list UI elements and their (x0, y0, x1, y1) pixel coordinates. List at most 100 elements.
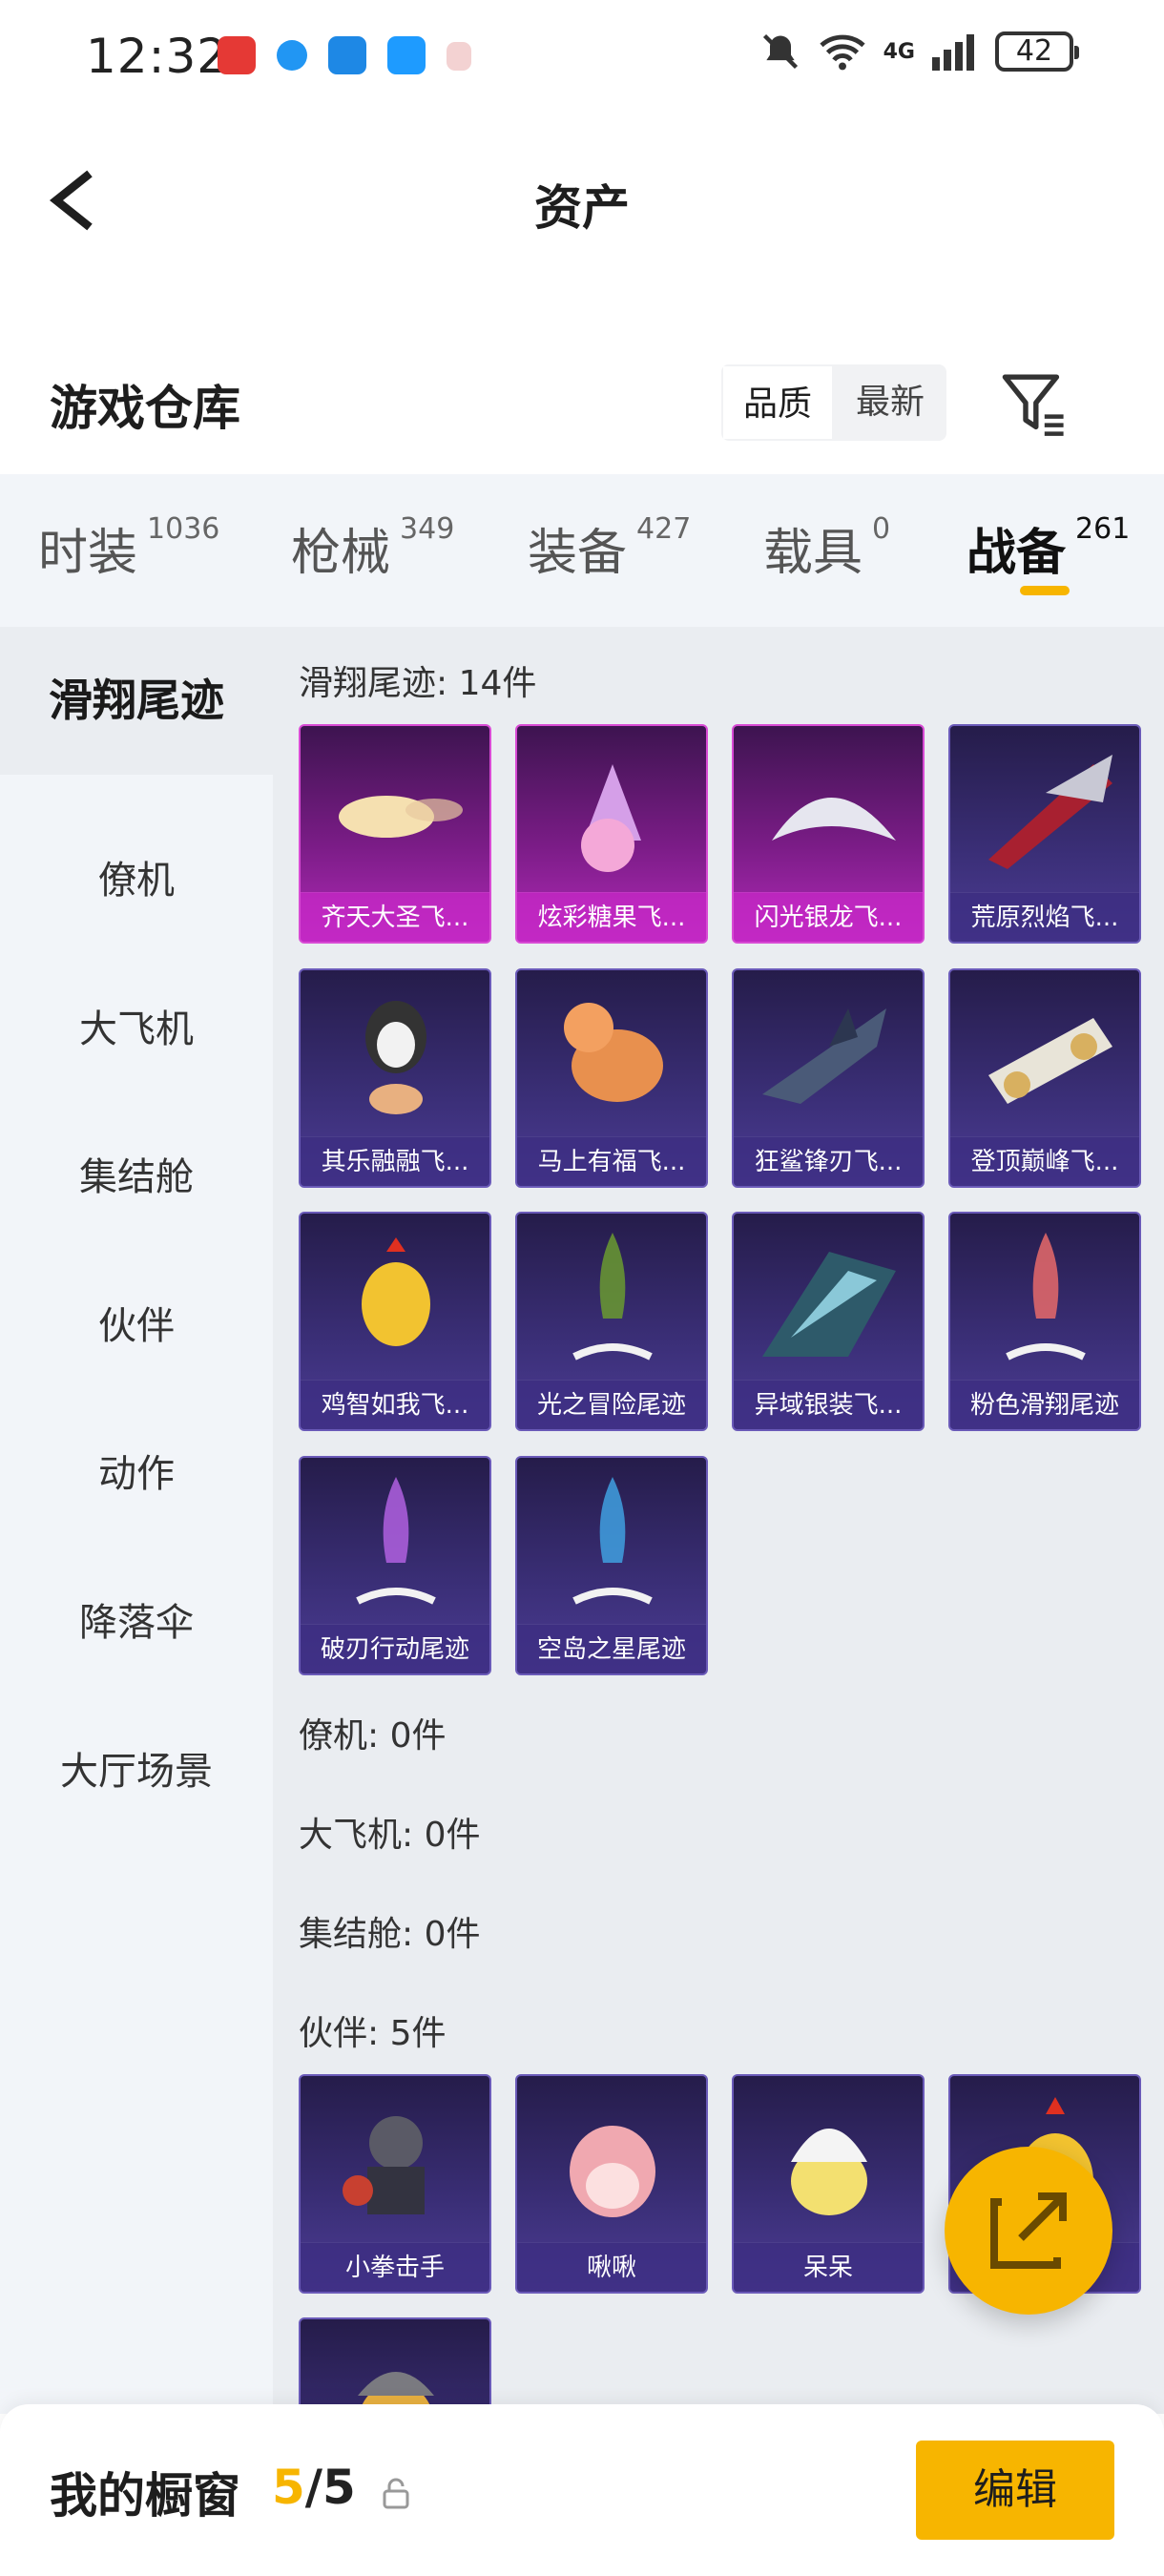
item-card[interactable]: 啾啾 (515, 2074, 708, 2294)
green-smoke-trail-icon (572, 1233, 653, 1361)
category-tabs: 时装 1036 枪械 349 装备 427 载具 0 战备 261 (0, 474, 1164, 627)
item-card[interactable]: 异域银装飞... (732, 1212, 925, 1431)
tab-equipment[interactable]: 装备 427 (528, 512, 691, 584)
item-name: 鸡智如我飞... (301, 1380, 489, 1429)
search-app-icon (387, 36, 426, 74)
showcase-count: 5/5 (272, 2460, 356, 2515)
shark-blade-icon (762, 1008, 886, 1104)
group-title-assembly-pod: 集结舱: 0件 (299, 1915, 481, 1954)
item-name: 马上有福飞... (517, 1136, 706, 1186)
sidebar: 滑翔尾迹 僚机 大飞机 集结舱 伙伴 动作 降落伞 大厅场景 (0, 627, 273, 2414)
item-card[interactable]: 荒原烈焰飞... (948, 724, 1141, 944)
golden-cloud-icon (339, 796, 463, 838)
item-card[interactable]: 狂鲨锋刃飞... (732, 968, 925, 1188)
page-title: 资产 (534, 180, 630, 236)
filter-icon[interactable] (1000, 370, 1069, 439)
warehouse-header: 游戏仓库 品质 最新 (0, 343, 1164, 467)
sort-latest-button[interactable]: 最新 (834, 364, 946, 441)
item-card[interactable] (299, 2317, 491, 2414)
lock-icon[interactable] (382, 2477, 410, 2509)
group-title-glide-trail: 滑翔尾迹: 14件 (299, 664, 537, 703)
item-name: 其乐融融飞... (301, 1136, 489, 1186)
status-right: 4G 42 (759, 31, 1079, 73)
item-name: 荒原烈焰飞... (950, 892, 1139, 942)
sort-quality-button[interactable]: 品质 (721, 364, 834, 441)
sidebar-item-lobby-scene[interactable]: 大厅场景 (0, 1740, 273, 1796)
tab-fashion[interactable]: 时装 1036 (38, 512, 219, 584)
nav-header: 资产 (0, 143, 1164, 258)
pink-bird-icon (570, 2126, 655, 2217)
item-card[interactable]: 马上有福飞... (515, 968, 708, 1188)
item-name: 破刃行动尾迹 (301, 1624, 489, 1673)
item-name: 空岛之星尾迹 (517, 1624, 706, 1673)
group-title-big-plane: 大飞机: 0件 (299, 1816, 481, 1855)
item-name: 登顶巅峰飞... (950, 1136, 1139, 1186)
status-app-icons (218, 36, 471, 74)
sidebar-item-big-plane[interactable]: 大飞机 (0, 998, 273, 1053)
helmet-chick-icon (358, 2372, 434, 2414)
chicken-icon (362, 1237, 430, 1346)
item-name: 闪光银龙飞... (734, 892, 923, 942)
penguin-balloon-icon (365, 1001, 426, 1114)
item-card[interactable]: 闪光银龙飞... (732, 724, 925, 944)
rainbow-smoke-trail-icon (356, 1477, 436, 1605)
item-card[interactable]: 齐天大圣飞... (299, 724, 491, 944)
sidebar-item-parachute[interactable]: 降落伞 (0, 1591, 273, 1647)
tab-vehicles[interactable]: 载具 0 (763, 512, 890, 584)
item-card[interactable]: 小拳击手 (299, 2074, 491, 2294)
item-name: 粉色滑翔尾迹 (950, 1380, 1139, 1429)
item-name: 异域银装飞... (734, 1380, 923, 1429)
active-tab-indicator (1020, 586, 1070, 595)
share-external-icon (990, 2192, 1067, 2269)
silver-dragon-wings-icon (772, 798, 896, 841)
flame-glider-icon (988, 755, 1112, 869)
item-card[interactable]: 空岛之星尾迹 (515, 1456, 708, 1675)
sidebar-item-glide-trail[interactable]: 滑翔尾迹 (0, 627, 273, 775)
browser-app-icon (277, 40, 307, 71)
pink-smoke-trail-icon (1006, 1233, 1086, 1361)
star-smoke-trail-icon (572, 1477, 653, 1605)
boxer-robot-icon (343, 2116, 425, 2214)
sidebar-item-action[interactable]: 动作 (0, 1443, 273, 1498)
huawei-app-icon (218, 36, 256, 74)
tab-weapons[interactable]: 枪械 349 (291, 512, 454, 584)
status-time: 12:32 (86, 29, 229, 84)
item-name: 狂鲨锋刃飞... (734, 1136, 923, 1186)
showcase-bar: 我的橱窗 5/5 编辑 (0, 2404, 1164, 2576)
item-name: 小拳击手 (301, 2242, 489, 2292)
item-name: 呆呆 (734, 2242, 923, 2292)
egg-chick-icon (791, 2129, 867, 2215)
share-button[interactable] (945, 2147, 1112, 2315)
group-title-wingman: 僚机: 0件 (299, 1716, 447, 1755)
item-name: 光之冒险尾迹 (517, 1380, 706, 1429)
showcase-count-total: /5 (304, 2460, 356, 2515)
item-name: 炫彩糖果飞... (517, 892, 706, 942)
item-card[interactable]: 鸡智如我飞... (299, 1212, 491, 1431)
network-type-label: 4G (883, 39, 915, 64)
sidebar-item-partner[interactable]: 伙伴 (0, 1295, 273, 1350)
wifi-icon (820, 34, 865, 71)
candy-icon (581, 764, 641, 872)
item-card[interactable]: 光之冒险尾迹 (515, 1212, 708, 1431)
showcase-count-current: 5 (272, 2460, 305, 2515)
signal-bars-icon (932, 34, 974, 71)
sidebar-item-wingman[interactable]: 僚机 (0, 849, 273, 904)
item-name: 齐天大圣飞... (301, 892, 489, 942)
item-card[interactable]: 粉色滑翔尾迹 (948, 1212, 1141, 1431)
horse-toy-icon (564, 1003, 663, 1102)
item-card[interactable]: 登顶巅峰飞... (948, 968, 1141, 1188)
tab-combat-gear[interactable]: 战备 261 (967, 512, 1130, 584)
exotic-wing-icon (762, 1252, 896, 1357)
sidebar-item-assembly-pod[interactable]: 集结舱 (0, 1146, 273, 1201)
item-card[interactable]: 其乐融融飞... (299, 968, 491, 1188)
item-card[interactable]: 炫彩糖果飞... (515, 724, 708, 944)
mute-bell-icon (762, 33, 798, 70)
item-name: 啾啾 (517, 2242, 706, 2292)
item-card[interactable]: 呆呆 (732, 2074, 925, 2294)
status-bar: 12:32 4G 42 (0, 0, 1164, 114)
item-card[interactable]: 破刃行动尾迹 (299, 1456, 491, 1675)
section-title: 游戏仓库 (50, 381, 240, 436)
edit-button[interactable]: 编辑 (916, 2441, 1114, 2540)
showcase-title: 我的橱窗 (50, 2468, 240, 2524)
sort-segmented-control: 品质 最新 (721, 364, 946, 441)
